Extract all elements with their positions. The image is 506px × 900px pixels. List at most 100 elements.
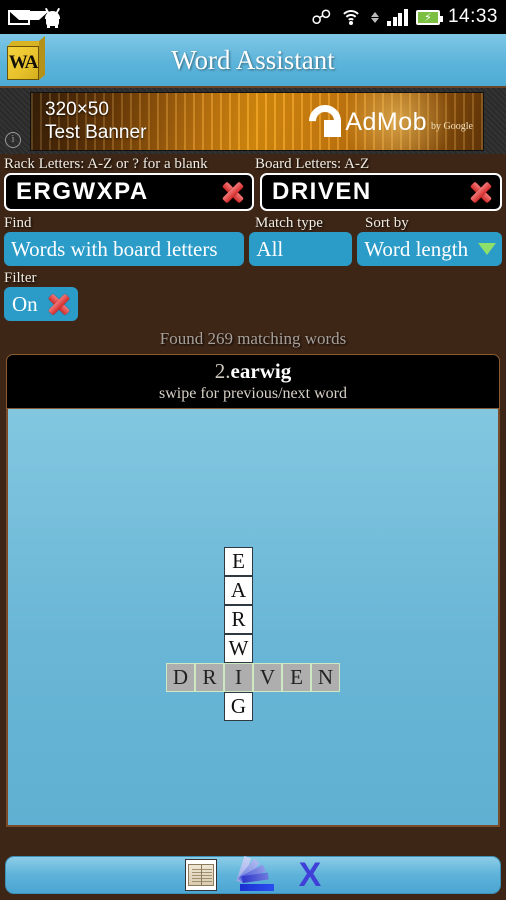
app-logo-icon: WA: [7, 35, 45, 81]
tile-rack-letter: E: [224, 547, 253, 576]
match-type-value: All: [256, 236, 284, 261]
wifi-icon: [339, 8, 363, 26]
board-cell-empty: [311, 692, 340, 721]
clear-board-icon[interactable]: [468, 179, 494, 205]
board-cell-empty: [282, 692, 311, 721]
status-bar-clock: 14:33: [447, 6, 498, 27]
admob-brand-label: AdMob: [345, 107, 428, 136]
board-cell-empty: [195, 576, 224, 605]
board-cell-empty: [311, 547, 340, 576]
board-cell-empty: [311, 605, 340, 634]
options-labels-row: Find Match type Sort by: [4, 215, 502, 232]
bottom-toolbar: X: [5, 856, 501, 894]
admob-brand: AdMob by Google: [302, 97, 473, 144]
tile-board-letter: E: [282, 663, 311, 692]
board-letters-label: Board Letters: A-Z: [255, 156, 370, 172]
find-value: Words with board letters: [11, 236, 218, 261]
ad-banner[interactable]: 320×50 Test Banner AdMob by Google: [30, 91, 484, 151]
board-cell-empty: [253, 576, 282, 605]
clear-filter-icon[interactable]: [46, 291, 72, 317]
board-cell-empty: [166, 547, 195, 576]
tile-rack-letter: R: [224, 605, 253, 634]
tile-board-letter: R: [195, 663, 224, 692]
board-letters-input[interactable]: DRIVEN: [260, 173, 502, 211]
tile-rack-letter: W: [224, 634, 253, 663]
current-word-panel[interactable]: 2.earwig swipe for previous/next word: [6, 354, 500, 409]
board-row: R: [166, 605, 340, 634]
letters-labels-row: Rack Letters: A-Z or ? for a blank Board…: [4, 156, 502, 173]
results-count: Found 269 matching words: [159, 329, 347, 348]
data-transfer-icon: [371, 11, 380, 23]
ad-info-button[interactable]: i: [0, 88, 26, 154]
board-cell-empty: [253, 547, 282, 576]
status-bar-notifications: [8, 7, 311, 28]
status-bar: ☍ ⚡ 14:33: [0, 0, 506, 34]
board-cell-empty: [282, 576, 311, 605]
board-cell-empty: [282, 605, 311, 634]
board-cell-empty: [166, 634, 195, 663]
battery-charging-icon: ⚡: [415, 9, 443, 25]
rack-letters-input[interactable]: ERGWXPA: [4, 173, 254, 211]
admob-logo-icon: [302, 97, 348, 144]
board-cell-empty: [311, 576, 340, 605]
board-cell-empty: [166, 576, 195, 605]
tile-rack-letter: A: [224, 576, 253, 605]
board-letters-value: DRIVEN: [272, 178, 372, 205]
status-bar-system: ☍ ⚡ 14:33: [311, 6, 498, 28]
tile-board-letter: N: [311, 663, 340, 692]
board-cell-empty: [311, 634, 340, 663]
word-board[interactable]: EARWDRIVENG: [6, 409, 500, 827]
find-label: Find: [4, 215, 32, 231]
android-icon: [44, 7, 61, 28]
board-cell-empty: [282, 547, 311, 576]
board-cell-empty: [166, 692, 195, 721]
match-type-select[interactable]: All: [249, 232, 353, 266]
ad-banner-label: Test Banner: [45, 121, 147, 143]
ad-container[interactable]: i 320×50 Test Banner AdMob by Google: [0, 88, 506, 154]
find-select[interactable]: Words with board letters: [4, 232, 245, 266]
tile-rack-letter: G: [224, 692, 253, 721]
app-logo-text: WA: [8, 52, 39, 73]
mail-icon: [8, 9, 49, 25]
board-cell-empty: [195, 547, 224, 576]
title-bar: WA Word Assistant: [0, 34, 506, 88]
board-cell-empty: [195, 692, 224, 721]
clear-rack-icon[interactable]: [220, 179, 246, 205]
filter-label: Filter: [4, 270, 37, 286]
rack-letters-label: Rack Letters: A-Z or ? for a blank: [4, 156, 208, 172]
sort-by-label: Sort by: [365, 215, 409, 231]
board-row: A: [166, 576, 340, 605]
dictionary-icon[interactable]: [184, 859, 217, 891]
bluetooth-icon: ☍: [311, 5, 332, 29]
info-icon: i: [5, 132, 21, 148]
board-grid: EARWDRIVENG: [166, 547, 340, 721]
sort-by-value: Word length: [364, 236, 469, 261]
board-cell-empty: [195, 634, 224, 663]
app-root: ☍ ⚡ 14:33 WA Word Assistant i 320×50 Tes…: [0, 0, 506, 900]
current-word-line: 2.earwig: [7, 359, 499, 384]
fan-chart-icon[interactable]: [235, 856, 277, 891]
board-row: W: [166, 634, 340, 663]
page-title: Word Assistant: [171, 44, 335, 75]
letters-inputs-row: ERGWXPA DRIVEN: [4, 173, 502, 211]
current-word-index: 2.: [214, 359, 231, 383]
tile-board-letter: D: [166, 663, 195, 692]
close-x-icon[interactable]: X: [299, 858, 322, 892]
board-row: DRIVEN: [166, 663, 340, 692]
rack-letters-value: ERGWXPA: [16, 178, 149, 205]
match-type-label: Match type: [255, 215, 323, 231]
ad-text: 320×50 Test Banner: [45, 98, 146, 144]
ad-size-label: 320×50: [45, 98, 109, 120]
signal-icon: [387, 8, 408, 26]
filter-toggle[interactable]: On: [4, 287, 78, 321]
board-cell-empty: [282, 634, 311, 663]
board-row: G: [166, 692, 340, 721]
chevron-down-icon: [477, 243, 496, 255]
board-cell-empty: [253, 634, 282, 663]
board-cell-empty: [253, 605, 282, 634]
board-row: E: [166, 547, 340, 576]
board-cell-empty: [253, 692, 282, 721]
sort-by-select[interactable]: Word length: [357, 232, 502, 266]
filter-value: On: [12, 291, 38, 316]
swipe-hint: swipe for previous/next word: [159, 385, 347, 402]
